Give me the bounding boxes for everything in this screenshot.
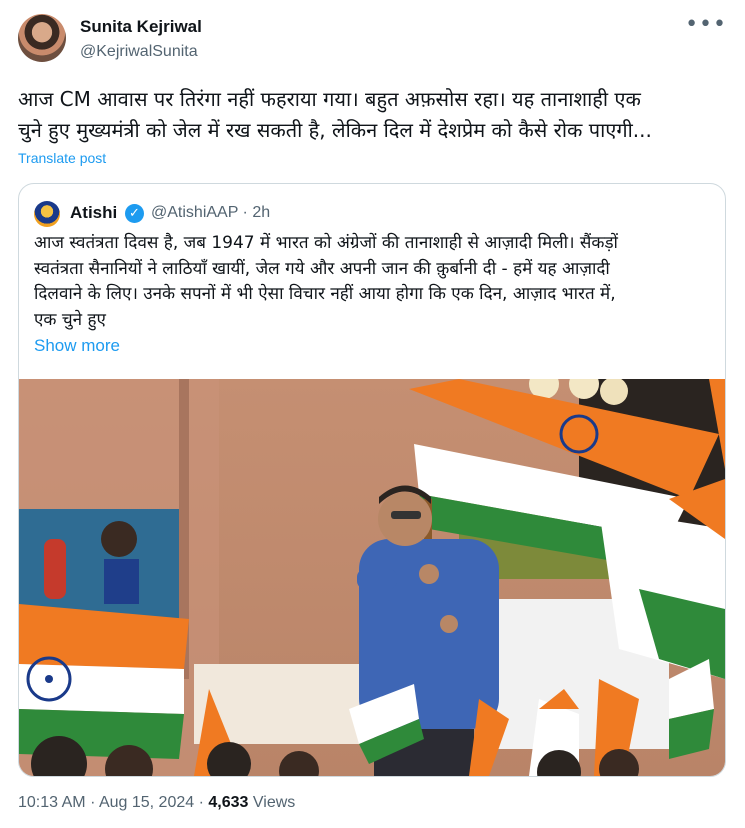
meta-separator: ·	[90, 794, 96, 811]
quoted-text-line: आज स्वतंत्रता दिवस है, जब 1947 में भारत …	[34, 233, 618, 253]
post-time[interactable]: 10:13 AM	[18, 794, 86, 811]
show-more-link[interactable]: Show more	[34, 336, 120, 356]
quoted-text: आज स्वतंत्रता दिवस है, जब 1947 में भारत …	[34, 231, 714, 333]
more-options-button[interactable]: •••	[685, 12, 727, 37]
quoted-text-line: स्वतंत्रता सैनानियों ने लाठियाँ खायीं, ज…	[34, 258, 610, 279]
author-avatar[interactable]	[18, 14, 66, 62]
quoted-post[interactable]: Atishi ✓ @AtishiAAP · 2h आज स्वतंत्रता द…	[18, 183, 726, 777]
quoted-text-line: दिलवाने के लिए। उनके सपनों में भी ऐसा वि…	[34, 284, 616, 304]
post-date[interactable]: Aug 15, 2024	[99, 794, 194, 811]
quoted-avatar	[34, 201, 60, 227]
post-text-line: आज CM आवास पर तिरंगा नहीं फहराया गया। बह…	[18, 87, 641, 111]
views-count[interactable]: 4,633	[208, 794, 248, 811]
quoted-handle-time: @AtishiAAP · 2h	[151, 204, 271, 221]
more-horizontal-icon: •••	[685, 12, 727, 37]
quoted-author-name: Atishi	[70, 203, 118, 222]
meta-separator: ·	[198, 794, 204, 811]
post-text-line: चुने हुए मुख्यमंत्री को जेल में रख सकती …	[18, 118, 652, 142]
author-handle[interactable]: @KejriwalSunita	[80, 43, 198, 61]
author-name[interactable]: Sunita Kejriwal	[80, 17, 202, 37]
translate-post-link[interactable]: Translate post	[18, 150, 106, 166]
views-label[interactable]: Views	[253, 794, 295, 811]
verified-badge-icon: ✓	[125, 204, 144, 223]
post-meta: 10:13 AM · Aug 15, 2024 · 4,633 Views	[18, 794, 295, 812]
quoted-text-line: एक चुने हुए	[34, 309, 106, 330]
flag-rally-photo[interactable]	[19, 379, 725, 776]
post-text: आज CM आवास पर तिरंगा नहीं फहराया गया। बह…	[18, 84, 730, 146]
